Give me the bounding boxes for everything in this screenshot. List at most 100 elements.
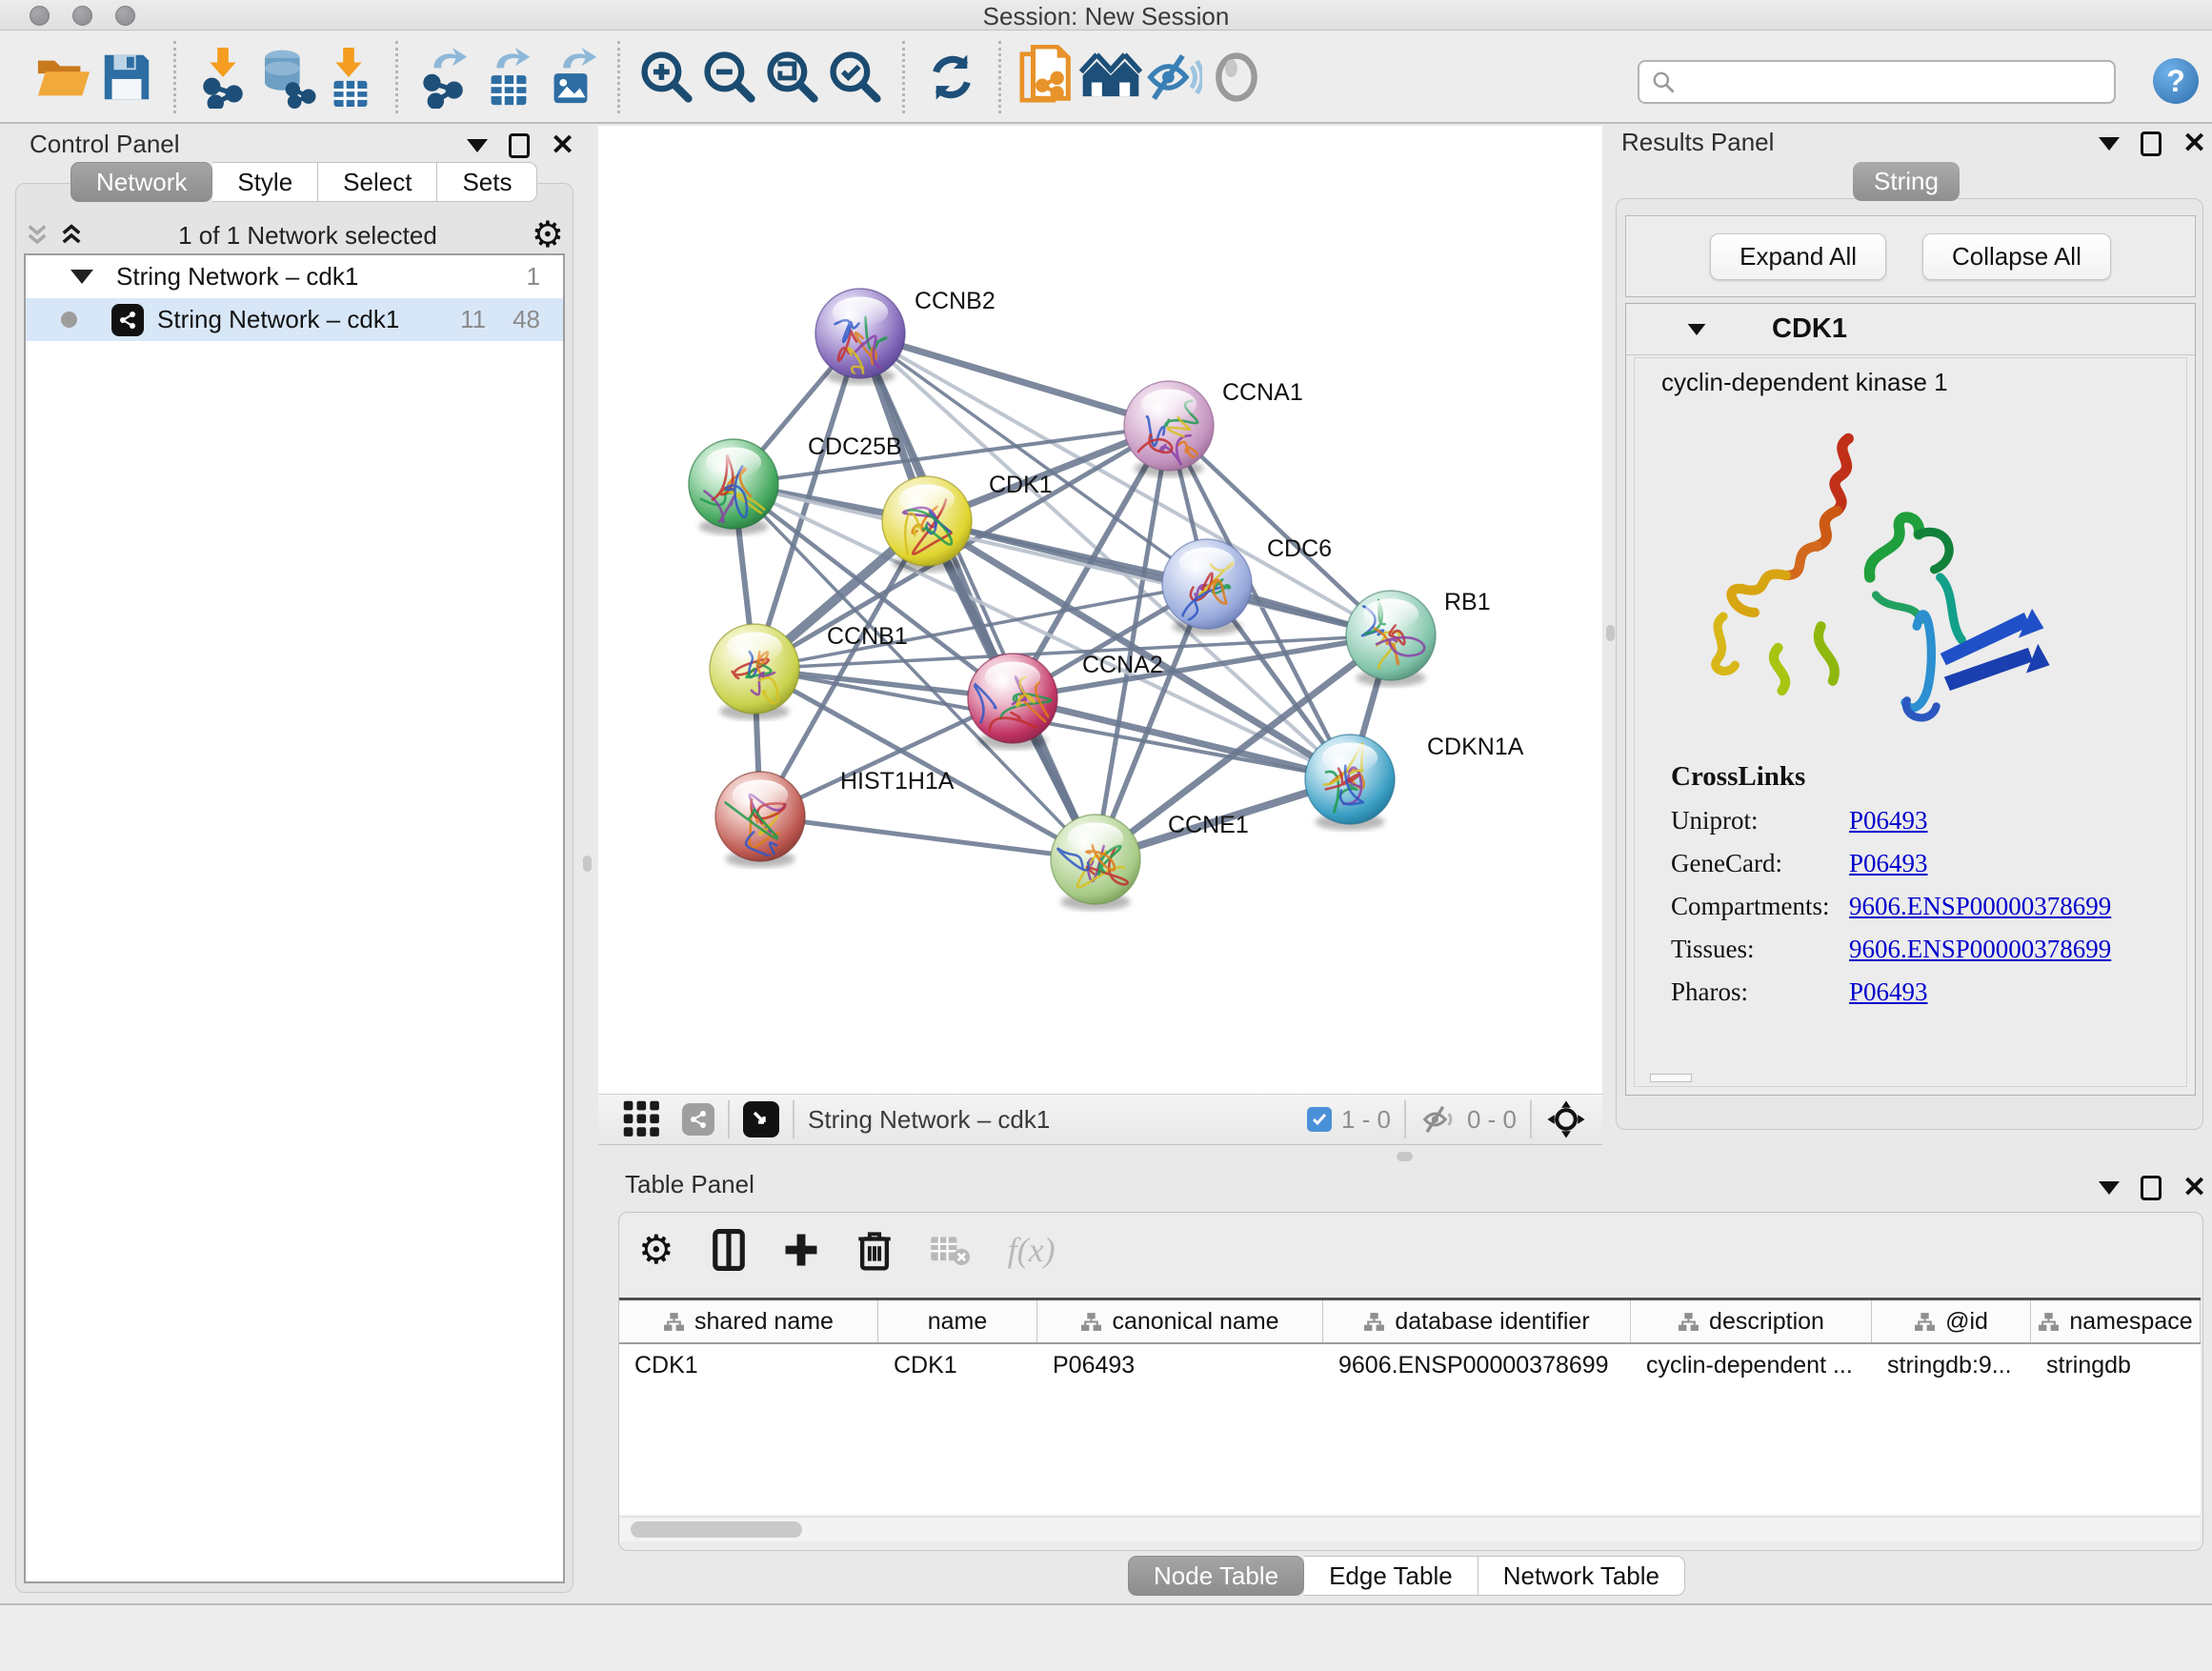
crosslink-link[interactable]: P06493	[1849, 806, 1928, 836]
network-options-gear-icon[interactable]: ⚙	[532, 218, 564, 252]
search-field[interactable]	[1638, 60, 2116, 104]
network-row[interactable]: String Network – cdk1 11 48	[26, 298, 563, 341]
import-network-from-database-button[interactable]	[254, 41, 317, 113]
close-panel-icon[interactable]: ✕	[2182, 1176, 2206, 1200]
network-node-cdk1[interactable]	[882, 476, 972, 573]
table-settings-gear-icon[interactable]: ⚙	[638, 1233, 674, 1267]
hidden-eye-slash-icon[interactable]	[1419, 1102, 1458, 1137]
gene-header[interactable]: CDK1	[1626, 304, 2195, 355]
function-builder-icon: f(x)	[1008, 1230, 1056, 1270]
refresh-button[interactable]	[920, 41, 983, 113]
table-cell[interactable]: CDK1	[878, 1344, 1037, 1386]
float-panel-icon[interactable]	[2141, 1176, 2162, 1200]
column-header[interactable]: @id	[1872, 1300, 2031, 1342]
table-row[interactable]: CDK1CDK1P064939606.ENSP00000378699cyclin…	[619, 1344, 2201, 1386]
network-node-cdc25b[interactable]	[689, 439, 778, 541]
network-node-rb1[interactable]	[1346, 591, 1436, 687]
tab-node-table[interactable]: Node Table	[1128, 1556, 1304, 1596]
show-columns-icon[interactable]	[713, 1229, 745, 1271]
collapse-all-button[interactable]: Collapse All	[1922, 233, 2111, 280]
show-eye-button[interactable]	[1205, 41, 1268, 113]
network-node-ccna1[interactable]	[1124, 381, 1214, 478]
node-label-ccna1: CCNA1	[1222, 379, 1303, 406]
export-network-button[interactable]	[413, 41, 476, 113]
column-header[interactable]: name	[878, 1300, 1037, 1342]
section-collapse-icon[interactable]	[1688, 324, 1706, 335]
column-header[interactable]: shared name	[619, 1300, 878, 1342]
collapse-panel-icon[interactable]	[2099, 137, 2120, 151]
crosslink-link[interactable]: P06493	[1849, 977, 1928, 1007]
results-scrollbar-thumb[interactable]	[1650, 1074, 1692, 1082]
zoom-fit-button[interactable]	[761, 41, 824, 113]
table-cell[interactable]: cyclin-dependent ...	[1631, 1344, 1872, 1386]
selected-checkbox[interactable]	[1307, 1107, 1332, 1132]
crosslink-link[interactable]: 9606.ENSP00000378699	[1849, 935, 2111, 964]
column-header[interactable]: database identifier	[1323, 1300, 1631, 1342]
close-panel-icon[interactable]: ✕	[551, 133, 574, 158]
crosslink-row: GeneCard: P06493	[1671, 849, 2186, 878]
open-session-button[interactable]	[32, 41, 95, 113]
collapse-all-chevron-icon[interactable]	[59, 223, 84, 248]
save-session-button[interactable]	[95, 41, 158, 113]
close-panel-icon[interactable]: ✕	[2182, 131, 2206, 156]
crosslink-link[interactable]: P06493	[1849, 849, 1928, 878]
add-column-plus-icon[interactable]	[783, 1232, 819, 1268]
network-node-ccna2[interactable]	[968, 654, 1057, 750]
hide-unhide-button[interactable]	[1142, 41, 1205, 113]
tree-expand-icon[interactable]	[70, 270, 93, 284]
collapse-panel-icon[interactable]	[467, 139, 488, 152]
float-panel-icon[interactable]	[2141, 131, 2162, 156]
grid-view-icon[interactable]	[621, 1098, 663, 1140]
import-network-button[interactable]	[191, 41, 254, 113]
tab-network[interactable]: Network	[70, 162, 212, 202]
expand-all-button[interactable]: Expand All	[1710, 233, 1886, 280]
splitter-handle[interactable]	[583, 856, 592, 872]
tab-network-table[interactable]: Network Table	[1478, 1556, 1685, 1596]
zoom-selected-button[interactable]	[824, 41, 887, 113]
tab-sets[interactable]: Sets	[437, 162, 537, 202]
table-horizontal-scrollbar[interactable]	[619, 1517, 2201, 1541]
zoom-out-icon	[701, 49, 758, 106]
float-panel-icon[interactable]	[509, 133, 530, 158]
table-cell[interactable]: stringdb	[2031, 1344, 2201, 1386]
network-node-ccne1[interactable]	[1051, 815, 1140, 911]
delete-column-trash-icon[interactable]	[857, 1229, 892, 1271]
splitter-handle[interactable]	[1606, 625, 1615, 641]
table-cell[interactable]: P06493	[1037, 1344, 1323, 1386]
zoom-out-button[interactable]	[698, 41, 761, 113]
tab-edge-table[interactable]: Edge Table	[1304, 1556, 1478, 1596]
table-cell[interactable]: 9606.ENSP00000378699	[1323, 1344, 1631, 1386]
scrollbar-thumb[interactable]	[631, 1521, 802, 1538]
column-header-label: shared name	[694, 1308, 834, 1336]
table-cell[interactable]: CDK1	[619, 1344, 878, 1386]
column-header[interactable]: namespace	[2031, 1300, 2201, 1342]
search-input[interactable]	[1683, 69, 2093, 95]
table-cell[interactable]: stringdb:9...	[1872, 1344, 2031, 1386]
export-image-button[interactable]	[539, 41, 602, 113]
home-button[interactable]	[1079, 41, 1142, 113]
network-graph[interactable]: CCNB2CCNA1CDC25BCDK1CDC6RB1CCNB1CCNA2CDK…	[598, 126, 1602, 1094]
table-header-row: shared name namecanonical namedatabase id…	[619, 1300, 2201, 1344]
network-node-hist1h1a[interactable]	[715, 772, 805, 868]
network-canvas[interactable]: CCNB2CCNA1CDC25BCDK1CDC6RB1CCNB1CCNA2CDK…	[598, 126, 1602, 1094]
network-collection-row[interactable]: String Network – cdk1 1	[26, 255, 563, 298]
network-node-cdkn1a[interactable]	[1305, 735, 1395, 831]
splitter-handle[interactable]	[1397, 1152, 1413, 1161]
string-import-button[interactable]	[1016, 41, 1079, 113]
zoom-in-button[interactable]	[635, 41, 698, 113]
birds-eye-view-icon[interactable]	[743, 1101, 779, 1137]
tab-select[interactable]: Select	[318, 162, 437, 202]
fit-crosshair-icon[interactable]	[1545, 1098, 1587, 1140]
import-table-button[interactable]	[317, 41, 380, 113]
collapse-panel-icon[interactable]	[2099, 1181, 2120, 1195]
string-view-icon[interactable]	[682, 1103, 714, 1136]
network-node-ccnb1[interactable]	[710, 624, 799, 720]
tab-string[interactable]: String	[1853, 162, 1960, 201]
crosslink-link[interactable]: 9606.ENSP00000378699	[1849, 892, 2111, 921]
tab-style[interactable]: Style	[212, 162, 318, 202]
expand-all-chevron-icon[interactable]	[25, 223, 50, 248]
column-header[interactable]: description	[1631, 1300, 1872, 1342]
export-table-button[interactable]	[476, 41, 539, 113]
help-button[interactable]: ?	[2153, 58, 2199, 104]
column-header[interactable]: canonical name	[1037, 1300, 1323, 1342]
